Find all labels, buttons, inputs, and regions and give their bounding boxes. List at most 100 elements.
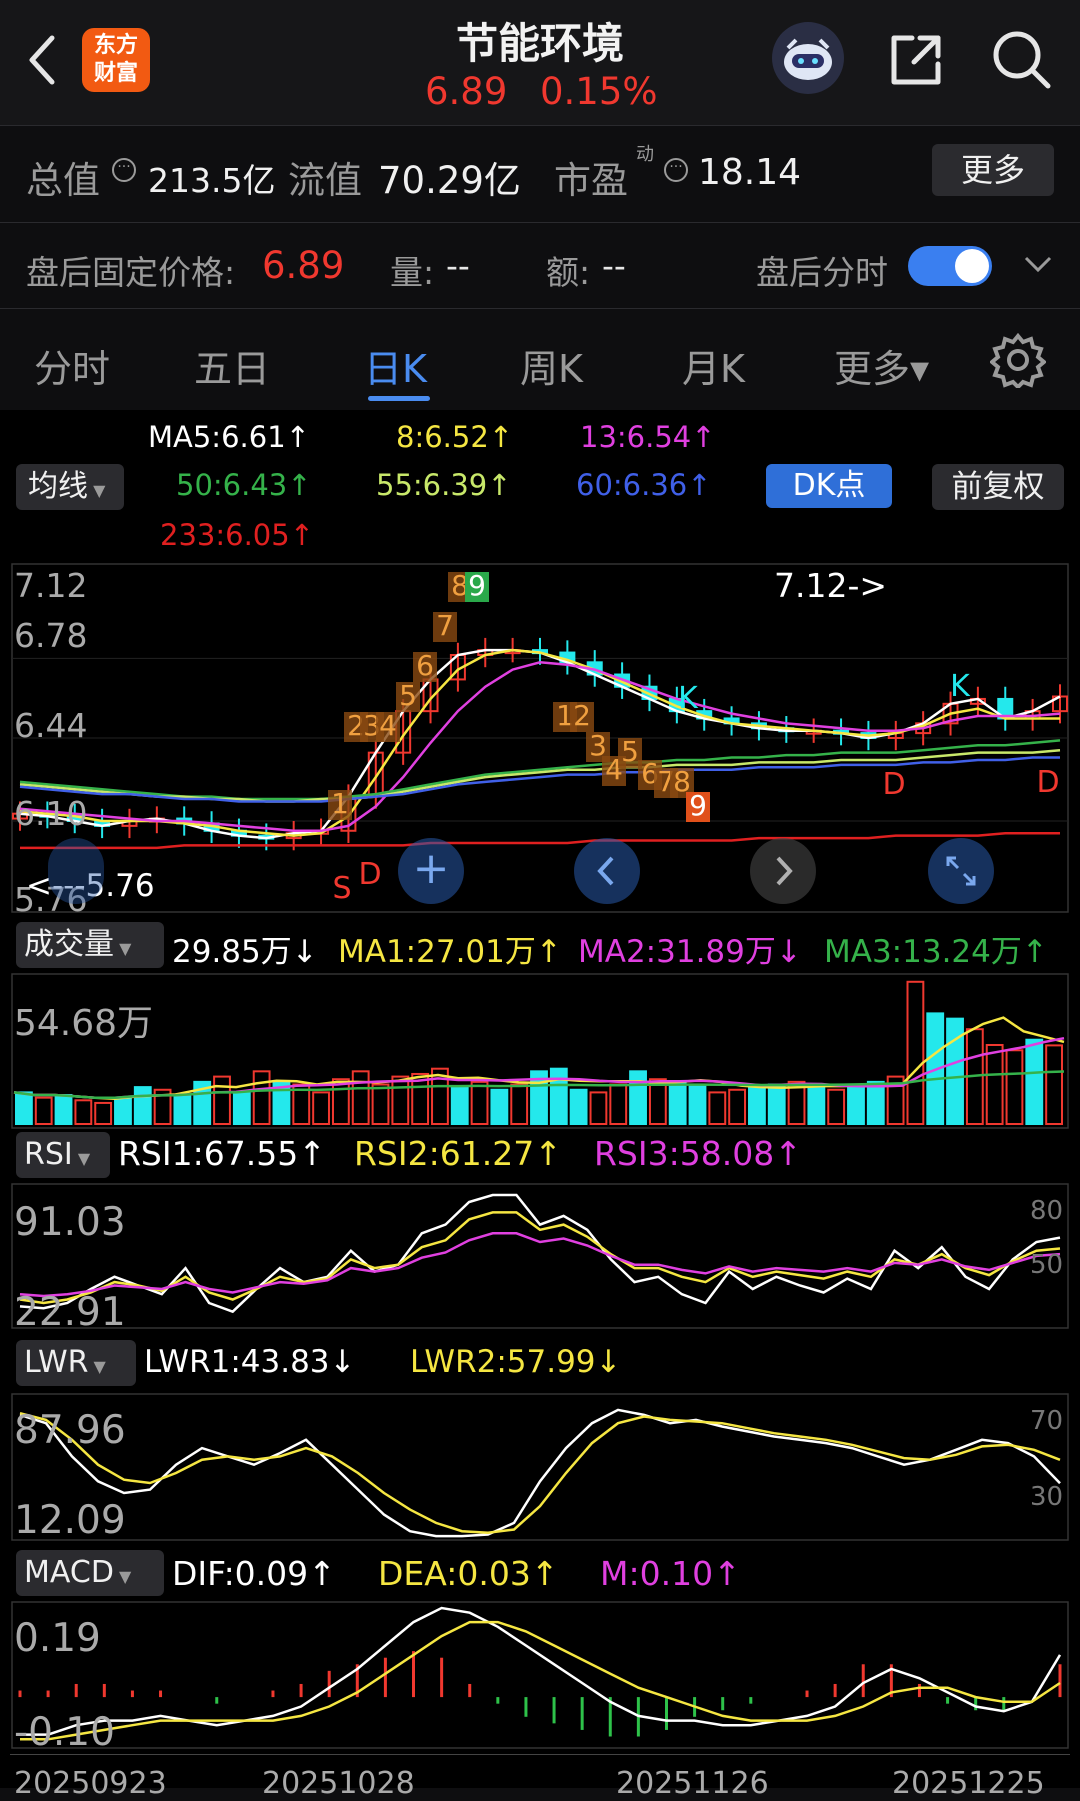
lwr-level-30: 30 [1030, 1482, 1064, 1512]
volume-bar [985, 1043, 1004, 1125]
signal-marker: S [332, 871, 351, 906]
rsi1-value: RSI1:67.55↑ [118, 1134, 326, 1173]
app-logo: 东方 财富 [82, 28, 150, 92]
total-value-label: 总值 [26, 159, 100, 202]
volume-bar [688, 1083, 707, 1125]
date-label: 20251028 [262, 1766, 415, 1801]
volume-bar [232, 1091, 251, 1125]
scroll-right-button[interactable] [750, 838, 816, 904]
date-label: 20251225 [892, 1766, 1045, 1801]
gear-icon[interactable] [990, 332, 1046, 388]
ma-line [19, 648, 1061, 840]
back-icon[interactable] [22, 32, 62, 88]
volume-bar [490, 1088, 509, 1126]
chevron-down-icon[interactable] [1022, 252, 1054, 276]
tab-weekly-k[interactable]: 周K [520, 338, 583, 393]
lwr2-value: LWR2:57.99↓ [410, 1344, 622, 1380]
share-icon[interactable] [886, 30, 946, 90]
lwr-axis-bottom: 12.09 [14, 1498, 126, 1543]
fullscreen-button[interactable] [928, 838, 994, 904]
total-value: 213.5亿 [148, 161, 276, 200]
ma-selector[interactable]: 均线 ▼ [16, 464, 124, 510]
volume-bar [609, 1083, 628, 1125]
macd-dif: DIF:0.09↑ [172, 1554, 336, 1593]
volume-ma1: MA1:27.01万↑ [338, 934, 562, 970]
zoom-in-button[interactable]: + [398, 838, 464, 904]
scroll-left-button[interactable] [574, 838, 640, 904]
volume-bar [34, 1096, 53, 1126]
td-count-label: 1 [331, 787, 349, 820]
macd-chart[interactable] [0, 1600, 1080, 1750]
date-axis-line [10, 1754, 1070, 1755]
volume-bar [767, 1083, 786, 1125]
divider [0, 308, 1080, 309]
divider [0, 222, 1080, 223]
search-icon[interactable] [990, 28, 1052, 90]
volume-bar [114, 1096, 132, 1126]
volume-selector[interactable]: 成交量 ▼ [16, 922, 164, 968]
rsi-level-50: 50 [1030, 1250, 1064, 1280]
price-adjust-button[interactable]: 前复权 [932, 464, 1064, 510]
after-hours-price: 6.89 [262, 244, 345, 287]
tab-daily-k[interactable]: 日K [364, 338, 427, 393]
volume-bar [15, 1091, 33, 1125]
rsi-level-80: 80 [1030, 1196, 1064, 1226]
macd-axis-top: 0.19 [14, 1616, 101, 1661]
macd-selector-label: MACD [24, 1555, 114, 1590]
volume-bar [807, 1086, 826, 1125]
td-count-label: 9 [468, 569, 486, 602]
dropdown-caret-icon: ▼ [72, 1149, 91, 1168]
macd-selector[interactable]: MACD ▼ [16, 1550, 164, 1596]
volume-axis-label: 54.68万 [14, 1003, 154, 1044]
volume-chart[interactable] [0, 972, 1080, 1130]
rsi-selector[interactable]: RSI ▼ [16, 1132, 110, 1178]
stock-title: 节能环境 [455, 19, 624, 68]
ma-line [19, 661, 1061, 833]
volume-bar [589, 1091, 608, 1125]
lwr-selector[interactable]: LWR ▼ [16, 1340, 136, 1386]
robot-avatar-icon[interactable] [772, 22, 844, 94]
td-count-label: 6 [416, 649, 434, 682]
dropdown-caret-icon: ▼ [88, 1357, 106, 1376]
ma50-legend: 50:6.43↑ [176, 468, 312, 502]
tab-intraday[interactable]: 分时 [34, 338, 110, 393]
float-value: 70.29亿 [378, 159, 521, 202]
after-hours-label: 盘后固定价格: [26, 253, 236, 292]
stock-price: 6.89 [425, 70, 508, 113]
after-hours-toggle[interactable] [908, 246, 992, 286]
info-icon[interactable]: ··· [664, 158, 688, 182]
signal-marker: D [1036, 765, 1059, 800]
lwr-chart[interactable] [0, 1392, 1080, 1542]
kline-chart[interactable]: 12345678 91 23456789S DK KD D [0, 562, 1080, 914]
signal-marker: D [882, 767, 905, 802]
volume-bar [708, 1091, 727, 1125]
volume-bar [213, 1075, 231, 1125]
volume-bar [1025, 1038, 1044, 1125]
td-count-label: 2 [573, 699, 591, 732]
volume-bar [946, 1017, 964, 1126]
price-axis-label: 6.10 [14, 794, 88, 833]
volume-bar [569, 1088, 588, 1126]
lwr-selector-label: LWR [24, 1345, 89, 1380]
price-axis-label: 7.12 [14, 566, 88, 605]
macd-dea: DEA:0.03↑ [378, 1554, 559, 1593]
tab-five-day[interactable]: 五日 [194, 338, 270, 393]
dk-point-button[interactable]: DK点 [766, 464, 892, 508]
ma-line [20, 831, 1060, 850]
volume-bar [94, 1101, 113, 1125]
rsi-chart[interactable] [0, 1182, 1080, 1330]
rsi-axis-bottom: 22.91 [14, 1290, 126, 1335]
tab-monthly-k[interactable]: 月K [682, 338, 745, 393]
more-stats-button[interactable]: 更多 [932, 144, 1054, 196]
zoom-out-button[interactable] [48, 838, 104, 904]
signal-marker: D [358, 857, 381, 892]
price-axis-label: 6.78 [14, 616, 88, 655]
info-icon[interactable]: ··· [112, 158, 136, 182]
macd-m: M:0.10↑ [600, 1554, 741, 1593]
signal-marker: K [678, 681, 699, 716]
volume-bar [252, 1070, 271, 1125]
volume-bar [173, 1094, 192, 1125]
chart-frame [11, 1393, 1069, 1541]
tab-more[interactable]: 更多▾ [834, 338, 929, 393]
volume-bar [351, 1070, 370, 1125]
